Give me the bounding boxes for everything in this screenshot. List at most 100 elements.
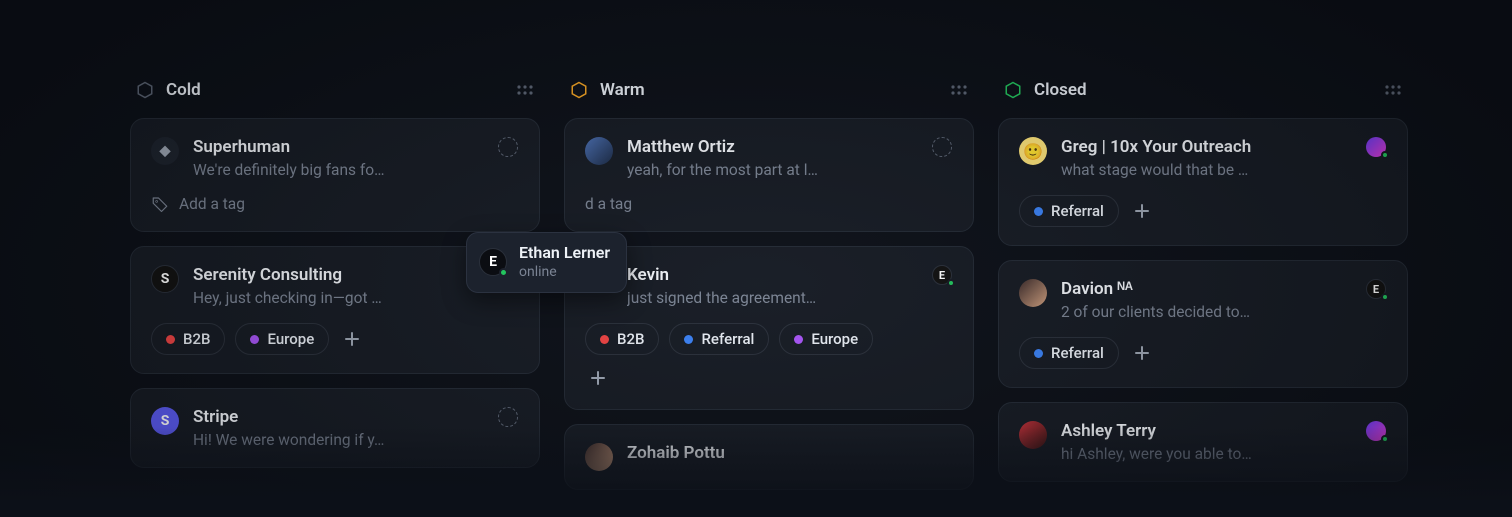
kanban-card[interactable]: Zohaib Pottu bbox=[564, 424, 974, 490]
tag-color-dot-icon bbox=[166, 335, 175, 344]
card-title: Matthew Ortiz bbox=[627, 137, 917, 157]
drag-handle-icon[interactable] bbox=[1384, 84, 1402, 96]
kanban-card[interactable]: S Stripe Hi! We were wondering if y… bbox=[130, 388, 540, 468]
tag-label: B2B bbox=[617, 330, 644, 348]
assignee-empty[interactable] bbox=[931, 137, 953, 157]
kanban-card[interactable]: 🙂 Greg | 10x Your Outreach what stage woul… bbox=[998, 118, 1408, 246]
kanban-card[interactable]: ◆ Superhuman We're definitely big fans fo…… bbox=[130, 118, 540, 232]
column-title: Cold bbox=[166, 80, 504, 100]
hover-user-tooltip: E Ethan Lerner online bbox=[466, 232, 627, 293]
card-preview: Hi! We were wondering if y… bbox=[193, 431, 483, 449]
add-tag-button[interactable] bbox=[585, 365, 611, 391]
assignee-avatar[interactable] bbox=[1365, 137, 1387, 157]
kanban-card[interactable]: Matthew Ortiz yeah, for the most part at … bbox=[564, 118, 974, 232]
add-tag-button[interactable] bbox=[339, 326, 365, 352]
card-title: Davion ᴺᴬ bbox=[1061, 279, 1351, 299]
kanban-board: Cold ◆ Superhuman We're definitely big fans… bbox=[0, 0, 1512, 517]
dashed-circle-icon bbox=[498, 137, 518, 157]
company-avatar: ◆ bbox=[151, 137, 179, 165]
tag-label: Europe bbox=[267, 330, 314, 348]
tag-color-dot-icon bbox=[600, 335, 609, 344]
tag-pill[interactable]: Referral bbox=[669, 323, 769, 355]
kanban-column: Cold ◆ Superhuman We're definitely big fans… bbox=[130, 80, 540, 517]
column-cards: Matthew Ortiz yeah, for the most part at … bbox=[564, 118, 974, 490]
card-title: Zohaib Pottu bbox=[627, 443, 953, 463]
tag-pill[interactable]: B2B bbox=[151, 323, 225, 355]
column-status-hex-icon bbox=[1004, 81, 1022, 99]
tag-color-dot-icon bbox=[1034, 349, 1043, 358]
dashed-circle-icon bbox=[498, 407, 518, 427]
column-header: Closed bbox=[998, 80, 1408, 118]
card-preview: what stage would that be … bbox=[1061, 161, 1351, 179]
hover-user-status: online bbox=[519, 264, 610, 280]
contact-avatar bbox=[585, 443, 613, 471]
card-title: Stripe bbox=[193, 407, 483, 427]
company-avatar: S bbox=[151, 407, 179, 435]
card-preview: Hey, just checking in—got … bbox=[193, 289, 483, 307]
column-status-hex-icon bbox=[570, 81, 588, 99]
tag-color-dot-icon bbox=[250, 335, 259, 344]
kanban-card[interactable]: Ashley Terry hi Ashley, were you able to… bbox=[998, 402, 1408, 482]
card-title: Superhuman bbox=[193, 137, 483, 157]
kanban-column: Closed 🙂 Greg | 10x Your Outreach what stag… bbox=[998, 80, 1408, 517]
assignee-avatar[interactable]: E bbox=[931, 265, 953, 285]
tag-pill[interactable]: Referral bbox=[1019, 195, 1119, 227]
add-tag-label: Add a tag bbox=[179, 195, 245, 213]
tag-icon bbox=[151, 195, 169, 213]
add-tag-button[interactable]: d a tag bbox=[585, 195, 632, 213]
contact-avatar bbox=[1019, 279, 1047, 307]
dashed-circle-icon bbox=[932, 137, 952, 157]
drag-handle-icon[interactable] bbox=[516, 84, 534, 96]
column-header: Cold bbox=[130, 80, 540, 118]
hover-avatar: E bbox=[479, 248, 507, 276]
add-tag-button[interactable]: Add a tag bbox=[151, 195, 245, 213]
card-preview: 2 of our clients decided to… bbox=[1061, 303, 1351, 321]
column-cards: 🙂 Greg | 10x Your Outreach what stage woul… bbox=[998, 118, 1408, 482]
column-title: Closed bbox=[1034, 80, 1372, 100]
tag-label: Referral bbox=[701, 330, 754, 348]
assignee-empty[interactable] bbox=[497, 407, 519, 427]
company-avatar: S bbox=[151, 265, 179, 293]
assignee-avatar[interactable] bbox=[1365, 421, 1387, 441]
presence-dot-icon bbox=[499, 268, 508, 277]
contact-avatar bbox=[585, 137, 613, 165]
tag-pill[interactable]: Europe bbox=[779, 323, 873, 355]
card-preview: We're definitely big fans fo… bbox=[193, 161, 483, 179]
presence-dot-icon bbox=[947, 279, 955, 287]
column-title: Warm bbox=[600, 80, 938, 100]
tag-color-dot-icon bbox=[794, 335, 803, 344]
card-title: Kevin bbox=[627, 265, 917, 285]
contact-avatar bbox=[1019, 421, 1047, 449]
tag-pill[interactable]: Europe bbox=[235, 323, 329, 355]
presence-dot-icon bbox=[1381, 293, 1389, 301]
add-tag-button[interactable] bbox=[1129, 340, 1155, 366]
column-header: Warm bbox=[564, 80, 974, 118]
kanban-card[interactable]: Davion ᴺᴬ 2 of our clients decided to… E Re… bbox=[998, 260, 1408, 388]
add-tag-label: d a tag bbox=[585, 195, 632, 213]
assignee-avatar[interactable]: E bbox=[1365, 279, 1387, 299]
card-preview: yeah, for the most part at l… bbox=[627, 161, 917, 179]
tag-label: Referral bbox=[1051, 344, 1104, 362]
tag-label: B2B bbox=[183, 330, 210, 348]
tag-color-dot-icon bbox=[684, 335, 693, 344]
presence-dot-icon bbox=[1381, 151, 1389, 159]
tag-pill[interactable]: B2B bbox=[585, 323, 659, 355]
presence-dot-icon bbox=[1381, 435, 1389, 443]
tag-label: Europe bbox=[811, 330, 858, 348]
card-preview: hi Ashley, were you able to… bbox=[1061, 445, 1351, 463]
kanban-column: Warm Matthew Ortiz yeah, for the most part… bbox=[564, 80, 974, 517]
card-preview: just signed the agreement… bbox=[627, 289, 917, 307]
hover-user-name: Ethan Lerner bbox=[519, 243, 610, 262]
card-title: Ashley Terry bbox=[1061, 421, 1351, 441]
column-status-hex-icon bbox=[136, 81, 154, 99]
card-title: Serenity Consulting bbox=[193, 265, 483, 285]
hover-avatar-initial: E bbox=[489, 254, 497, 270]
contact-avatar: 🙂 bbox=[1019, 137, 1047, 165]
column-cards: ◆ Superhuman We're definitely big fans fo…… bbox=[130, 118, 540, 468]
card-title: Greg | 10x Your Outreach bbox=[1061, 137, 1351, 157]
assignee-empty[interactable] bbox=[497, 137, 519, 157]
drag-handle-icon[interactable] bbox=[950, 84, 968, 96]
tag-pill[interactable]: Referral bbox=[1019, 337, 1119, 369]
tag-label: Referral bbox=[1051, 202, 1104, 220]
add-tag-button[interactable] bbox=[1129, 198, 1155, 224]
